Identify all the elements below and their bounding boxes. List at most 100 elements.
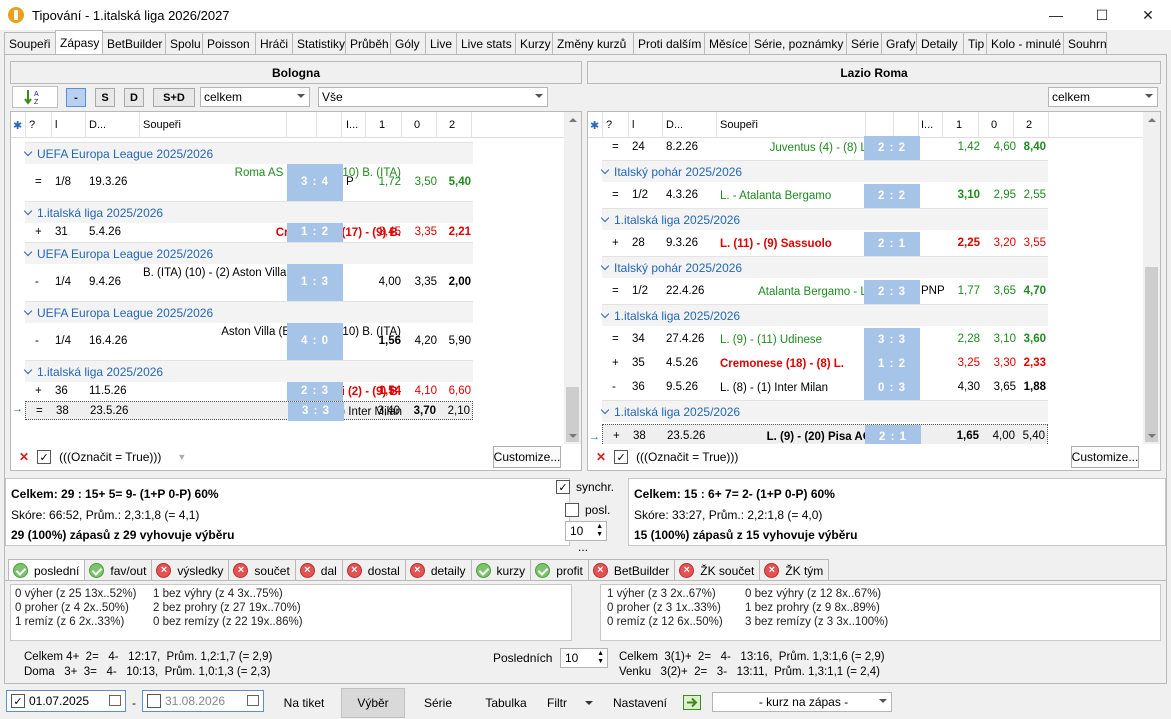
tab-z-pasy[interactable]: Zápasy xyxy=(55,30,103,54)
date-from-picker[interactable]: ✓ 01.07.2025 xyxy=(6,690,126,712)
stats-tab-posledn-[interactable]: poslední xyxy=(8,559,86,581)
table-row[interactable]: = 1/2 4.3.26 L. - Atalanta Bergamo 2 : 2 3,10… xyxy=(602,184,1048,208)
scroll-up-icon[interactable] xyxy=(569,118,577,122)
filter-expression[interactable]: (((Označit = True))) xyxy=(59,450,161,464)
tab-statistiky[interactable]: Statistiky xyxy=(292,32,346,54)
tab-zm-ny-kurz-[interactable]: Změny kurzů xyxy=(552,32,634,54)
left-vertical-scrollbar[interactable] xyxy=(564,112,581,444)
column-chooser-icon[interactable]: ✱ xyxy=(13,119,22,132)
right-col-c2[interactable]: 2 xyxy=(1026,119,1032,131)
table-row[interactable]: +36 11.5.26 Napoli (2) - (9) B. 2 : 3 1,54 4,… xyxy=(25,382,473,401)
left-col-d[interactable]: D... xyxy=(89,119,106,131)
filter-d-button[interactable]: D xyxy=(124,88,144,107)
group-header[interactable]: 1.italská liga 2025/2026 xyxy=(23,360,473,382)
stats-tab-betbuilder[interactable]: × BetBuilder xyxy=(587,559,676,581)
stats-tab--k-sou-et[interactable]: × ŽK součet xyxy=(674,559,761,581)
odds-select[interactable]: - kurz na zápas - xyxy=(712,692,892,712)
tab-detaily[interactable]: Detaily xyxy=(916,32,964,54)
stats-tab-kurzy[interactable]: kurzy xyxy=(470,559,532,581)
customize-button[interactable]: Customize... xyxy=(1071,446,1139,468)
tab-kolo-minul-[interactable]: Kolo - minulé xyxy=(986,32,1064,54)
right-col-c1[interactable]: 1 xyxy=(956,119,962,131)
na-tiket-button[interactable]: Na tiket xyxy=(272,688,336,718)
date-to-picker[interactable]: 31.08.2026 xyxy=(142,690,264,712)
table-row[interactable]: = 1/8 19.3.26 Roma AS (ITA) (8) - (10) B. (… xyxy=(25,164,473,201)
left-scope-select[interactable]: celkem xyxy=(200,87,310,107)
tabulka-button[interactable]: Tabulka xyxy=(476,688,536,718)
clear-filter-icon[interactable]: ✕ xyxy=(596,450,606,464)
right-vertical-scrollbar[interactable] xyxy=(1143,112,1160,444)
filter-s-button[interactable]: S xyxy=(95,88,115,107)
scroll-up-icon[interactable] xyxy=(1148,118,1156,122)
group-header[interactable]: Italský pohár 2025/2026 xyxy=(600,256,1048,278)
group-header[interactable]: 1.italská liga 2025/2026 xyxy=(600,400,1048,422)
filter-enabled-checkbox[interactable]: ✓ xyxy=(37,450,52,464)
table-row[interactable]: - 1/4 16.4.26 Aston Villa (ENG) (2) - (10) … xyxy=(25,323,473,360)
tab-spolu[interactable]: Spolu xyxy=(165,32,203,54)
group-header[interactable]: Italský pohár 2025/2026 xyxy=(600,160,1048,182)
table-row[interactable]: +28 9.3.26 L. (11) - (9) Sassuolo 2 : 1 2,25… xyxy=(602,232,1048,256)
left-col-c0[interactable]: 0 xyxy=(414,119,420,131)
tab-live-stats[interactable]: Live stats xyxy=(456,32,516,54)
left-col-q[interactable]: ? xyxy=(29,119,35,131)
filter-enabled-checkbox[interactable]: ✓ xyxy=(614,450,629,464)
right-col-c0[interactable]: 0 xyxy=(991,119,997,131)
customize-button[interactable]: Customize... xyxy=(493,446,561,468)
table-row[interactable]: +35 4.5.26 Cremonese (18) - (8) L. 1 : 2 3,2… xyxy=(602,352,1048,376)
right-col-i[interactable]: I... xyxy=(921,119,933,131)
tab-betbuilder[interactable]: BetBuilder xyxy=(102,32,166,54)
tab-tip[interactable]: Tip xyxy=(963,32,987,54)
right-col-q[interactable]: ? xyxy=(606,119,612,131)
scroll-down-icon[interactable] xyxy=(1148,434,1156,438)
table-row[interactable]: +31 5.4.26 Cremonese (17) - (9) B.1 : 2 3,4… xyxy=(25,223,473,242)
tab-soupe-i[interactable]: Soupeři xyxy=(4,32,56,54)
minimize-button[interactable]: — xyxy=(1033,0,1079,30)
export-icon[interactable] xyxy=(683,695,701,710)
left-col-c2[interactable]: 2 xyxy=(449,119,455,131)
posl-spinner[interactable]: 10 ▲ ▼ xyxy=(565,521,607,541)
right-scope-select[interactable]: celkem xyxy=(1048,87,1158,107)
tab-souhrn[interactable]: Souhrn xyxy=(1063,32,1107,54)
group-header[interactable]: 1.italská liga 2025/2026 xyxy=(600,208,1048,230)
stats-tab-fav-out[interactable]: fav/out xyxy=(84,559,153,581)
filtr-button[interactable]: Filtr xyxy=(540,688,600,718)
tab-g-ly[interactable]: Góly xyxy=(390,32,426,54)
clear-filter-icon[interactable]: ✕ xyxy=(19,450,29,464)
vyber-button[interactable]: Výběr xyxy=(341,688,405,718)
nastaveni-button[interactable]: Nastavení xyxy=(608,688,672,718)
tab-s-rie[interactable]: Série xyxy=(846,32,882,54)
form-count-spinner[interactable]: 10 ▲ ▼ xyxy=(560,648,608,668)
left-col-l[interactable]: l xyxy=(55,119,57,131)
posl-checkbox[interactable]: posl. xyxy=(565,503,610,517)
filter-dropdown-icon[interactable]: ▼ xyxy=(177,452,186,462)
left-competition-select[interactable]: Vše xyxy=(318,87,548,107)
right-col-d[interactable]: D... xyxy=(666,119,683,131)
filter-minus-button[interactable]: - xyxy=(66,88,86,107)
close-button[interactable]: ✕ xyxy=(1125,0,1171,30)
table-row[interactable]: - 1/4 9.4.26 B. (ITA) (10) - (2) Aston Vill… xyxy=(25,264,473,301)
tab-proti-dal-m[interactable]: Proti dalším xyxy=(633,32,705,54)
sort-az-button[interactable]: AZ xyxy=(12,86,58,108)
splitter-handle[interactable]: ... xyxy=(578,540,588,554)
table-row[interactable]: = 1/2 22.4.26 Atalanta Bergamo - L. 2 : 3 PNP… xyxy=(602,280,1048,304)
tab-poisson[interactable]: Poisson xyxy=(202,32,256,54)
stats-tab-dostal[interactable]: × dostal xyxy=(341,559,406,581)
stats-tab--k-t-m[interactable]: × ŽK tým xyxy=(759,559,830,581)
left-col-c1[interactable]: 1 xyxy=(379,119,385,131)
stats-tab-dal[interactable]: × dal xyxy=(294,559,343,581)
right-col-opp[interactable]: Soupeři xyxy=(720,119,758,131)
serie-button[interactable]: Série xyxy=(410,688,466,718)
table-row[interactable]: - 36 9.5.26 L. (8) - (1) Inter Milan 0 : 3 4,… xyxy=(602,376,1048,400)
maximize-button[interactable]: ☐ xyxy=(1079,0,1125,30)
left-col-i[interactable]: I... xyxy=(346,119,358,131)
group-header[interactable]: 1.italská liga 2025/2026 xyxy=(23,201,473,223)
table-row[interactable]: = 34 27.4.26 L. (9) - (11) Udinese 3 : 3 2,28… xyxy=(602,328,1048,352)
tab-s-rie-pozn-mky[interactable]: Série, poznámky xyxy=(749,32,847,54)
stats-tab-detaily[interactable]: × detaily xyxy=(404,559,472,581)
group-header[interactable]: UEFA Europa League 2025/2026 xyxy=(23,301,473,323)
tab-m-s-ce[interactable]: Měsíce xyxy=(704,32,750,54)
stats-tab-sou-et[interactable]: × součet xyxy=(228,559,296,581)
filter-sd-button[interactable]: S+D xyxy=(153,88,195,107)
tab-kurzy[interactable]: Kurzy xyxy=(515,32,553,54)
filter-expression[interactable]: (((Označit = True))) xyxy=(636,450,738,464)
